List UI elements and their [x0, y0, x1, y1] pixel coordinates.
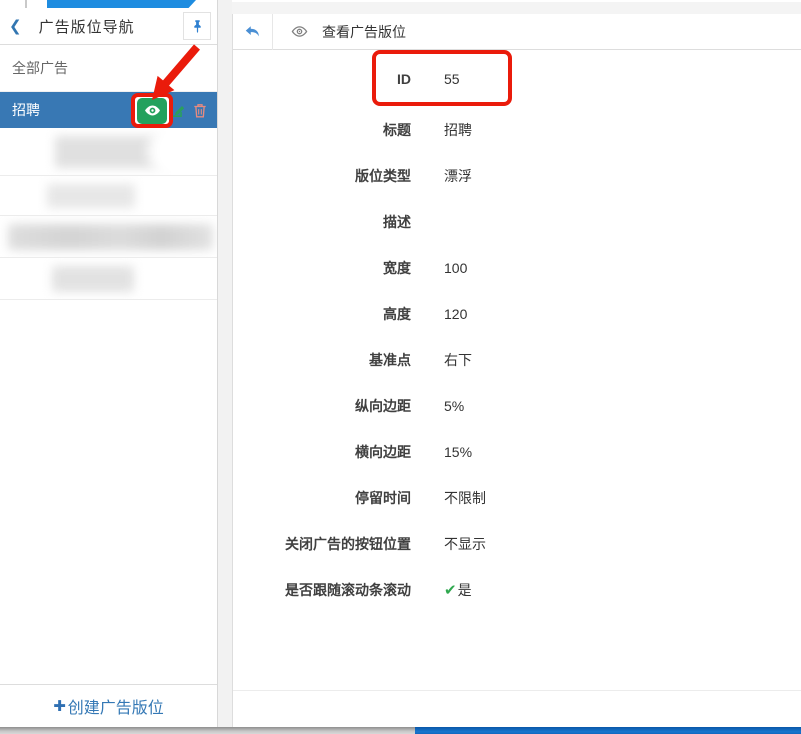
- field-value: 不限制: [444, 490, 486, 506]
- trash-icon[interactable]: [192, 102, 208, 122]
- check-icon: ✔: [444, 582, 457, 599]
- pushpin-icon: [193, 19, 201, 33]
- field-row: 版位类型 漂浮: [233, 153, 801, 199]
- redacted-text: [52, 266, 134, 292]
- eye-icon: [144, 105, 160, 116]
- field-label: 纵向边距: [355, 398, 411, 414]
- sidebar-header: ❮ 广告版位导航: [0, 8, 217, 45]
- bottom-bar: [0, 727, 801, 734]
- create-button-label: 创建广告版位: [67, 700, 164, 717]
- field-row: 是否跟随滚动条滚动 ✔ 是: [233, 567, 801, 613]
- field-row: 横向边距 15%: [233, 429, 801, 475]
- fields-container: ID 55 标题 招聘版位类型 漂浮描述宽度 100 高度 120 基准点 右下纵向边距 5% 横向边…: [233, 50, 801, 613]
- redaction-blob: [148, 128, 217, 175]
- field-label: 是否跟随滚动条滚动: [285, 582, 411, 598]
- field-label: 描述: [383, 214, 411, 230]
- redacted-text: [8, 224, 213, 250]
- back-arrow-icon: [245, 26, 259, 37]
- create-ad-position-button[interactable]: ✚ 创建广告版位: [0, 684, 217, 727]
- field-row: 关闭广告的按钮位置 不显示: [233, 521, 801, 567]
- field-row: 宽度 100: [233, 245, 801, 291]
- tab-divider: [25, 0, 27, 8]
- sidebar-item-all-ads[interactable]: 全部广告: [0, 45, 217, 92]
- collapse-chevron-icon[interactable]: ❮: [9, 19, 22, 34]
- field-label: ID: [397, 70, 411, 87]
- field-label: 标题: [383, 122, 411, 138]
- field-value: 120: [444, 306, 468, 322]
- panel-divider: [233, 690, 801, 691]
- field-row: 停留时间 不限制: [233, 475, 801, 521]
- active-tab-edge: [47, 0, 196, 8]
- sidebar-top-edge: [0, 0, 217, 8]
- redacted-text: [47, 184, 135, 208]
- field-row: 纵向边距 5%: [233, 383, 801, 429]
- field-value-text: 是: [457, 582, 472, 598]
- bottom-bar-blue: [415, 727, 801, 734]
- field-label: 宽度: [383, 260, 411, 276]
- sidebar-item-label: 招聘: [12, 102, 40, 118]
- field-row: 高度 120: [233, 291, 801, 337]
- field-value: 5%: [444, 398, 465, 414]
- panel-gap: [218, 0, 232, 727]
- field-value: 15%: [444, 444, 473, 460]
- field-label: 停留时间: [355, 490, 411, 506]
- field-label: 关闭广告的按钮位置: [285, 536, 411, 552]
- blurred-item[interactable]: [0, 216, 217, 258]
- field-label: 版位类型: [355, 168, 411, 184]
- sidebar-title: 广告版位导航: [38, 18, 135, 36]
- sidebar: ❮ 广告版位导航 全部广告 招聘 ✚ 创建广告版位: [0, 0, 218, 727]
- pin-button[interactable]: [183, 12, 211, 40]
- field-label: 高度: [383, 306, 411, 322]
- main-header: 查看广告版位: [233, 13, 801, 50]
- field-row: 描述: [233, 199, 801, 245]
- field-value: 55: [444, 70, 460, 87]
- blurred-item[interactable]: [0, 176, 217, 216]
- view-button[interactable]: [137, 97, 167, 124]
- field-value: 招聘: [444, 122, 472, 138]
- eye-highlight-box: [131, 93, 173, 128]
- bottom-bar-gray: [0, 727, 415, 734]
- sidebar-item-recruit[interactable]: 招聘: [0, 92, 217, 128]
- field-row: 基准点 右下: [233, 337, 801, 383]
- blurred-item[interactable]: [0, 258, 217, 300]
- view-eye-icon: [291, 23, 308, 40]
- field-value: 不显示: [444, 536, 486, 552]
- main-panel: 查看广告版位 ID 55 标题 招聘版位类型 漂浮描述宽度 100 高度 120 基准点 右下纵向…: [232, 13, 801, 727]
- plus-icon: ✚: [53, 698, 66, 715]
- field-label: 基准点: [369, 352, 411, 368]
- field-row: 标题 招聘: [233, 107, 801, 153]
- field-value: 100: [444, 260, 468, 276]
- field-label: 横向边距: [355, 444, 411, 460]
- field-row: ID 55: [233, 50, 801, 107]
- top-strip: [218, 0, 801, 14]
- blurred-item[interactable]: [0, 128, 217, 176]
- back-button[interactable]: [233, 13, 273, 50]
- field-value: 右下: [444, 352, 472, 368]
- field-value: ✔ 是: [444, 580, 472, 600]
- field-value: 漂浮: [444, 168, 472, 184]
- page-title: 查看广告版位: [322, 23, 406, 40]
